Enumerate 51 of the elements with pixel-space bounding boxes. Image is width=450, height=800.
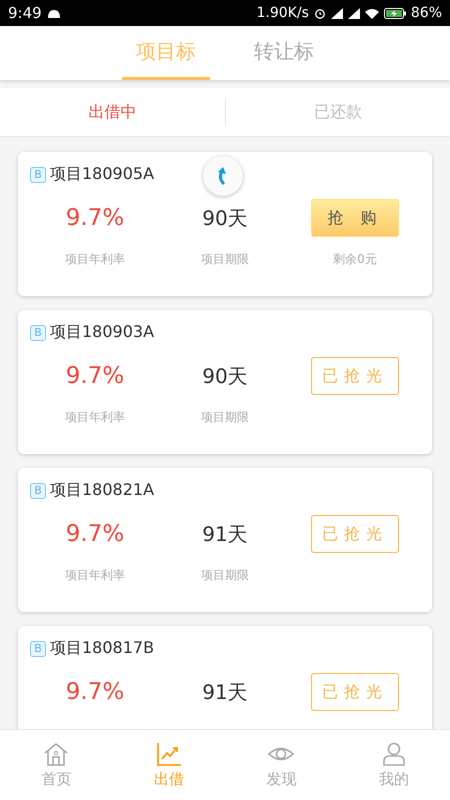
signal-icon (330, 8, 343, 18)
status-time: 9:49 (8, 4, 42, 22)
project-badge: B (30, 482, 46, 498)
interest-rate: 9.7% (66, 362, 124, 391)
chart-icon (156, 742, 182, 766)
home-icon (43, 742, 70, 766)
remaining-amount: 剩余0元 (333, 251, 377, 268)
wifi-icon (364, 8, 379, 18)
tab[interactable]: 项目标 (122, 26, 210, 80)
project-card[interactable]: B 项目180905A 9.7% 项目年利率 90天 项目期限 抢 购 剩余0元 (18, 152, 432, 296)
battery-level: 86% (410, 5, 442, 21)
term-label: 项目期限 (201, 409, 249, 426)
project-badge: B (30, 324, 46, 340)
network-speed: 1.90K/s (256, 5, 309, 21)
term-label: 项目期限 (201, 567, 249, 584)
project-term: 91天 (202, 521, 248, 548)
filter-tab[interactable]: 已还款 (226, 102, 450, 122)
project-name: 项目180905A (50, 164, 154, 185)
signal-icon (348, 8, 360, 18)
project-name: 项目180817B (50, 638, 154, 659)
rate-label: 项目年利率 (65, 567, 125, 584)
person-icon (380, 742, 407, 766)
interest-rate: 9.7% (66, 678, 124, 707)
nav-item[interactable]: 出借 (112, 730, 225, 800)
project-card[interactable]: B 项目180817B 9.7% 91天 已抢光 (18, 626, 432, 729)
term-label: 项目期限 (201, 251, 249, 268)
refresh-spinner (203, 156, 243, 196)
buy-button[interactable]: 抢 购 (311, 199, 399, 237)
project-term: 90天 (202, 205, 248, 232)
nav-item[interactable]: 首页 (0, 730, 112, 800)
interest-rate: 9.7% (66, 204, 124, 233)
rate-label: 项目年利率 (65, 409, 125, 426)
project-term: 90天 (202, 363, 248, 390)
sold-out-button[interactable]: 已抢光 (311, 515, 399, 553)
sold-out-button[interactable]: 已抢光 (311, 357, 399, 395)
filter-tab[interactable]: 出借中 (0, 102, 224, 122)
alarm-icon (314, 7, 326, 19)
project-badge: B (30, 640, 46, 656)
tab[interactable]: 转让标 (240, 26, 328, 80)
nav-item[interactable]: 发现 (225, 730, 338, 800)
rate-label: 项目年利率 (65, 251, 125, 268)
project-badge: B (30, 166, 46, 182)
project-term: 91天 (202, 679, 248, 706)
project-name: 项目180903A (50, 322, 154, 343)
battery-icon (384, 8, 406, 18)
project-card[interactable]: B 项目180903A 9.7% 项目年利率 90天 项目期限 已抢光 (18, 310, 432, 454)
project-name: 项目180821A (50, 480, 154, 501)
project-card[interactable]: B 项目180821A 9.7% 项目年利率 91天 项目期限 已抢光 (18, 468, 432, 612)
nav-item[interactable]: 我的 (338, 730, 450, 800)
sold-out-button[interactable]: 已抢光 (311, 673, 399, 711)
interest-rate: 9.7% (66, 520, 124, 549)
